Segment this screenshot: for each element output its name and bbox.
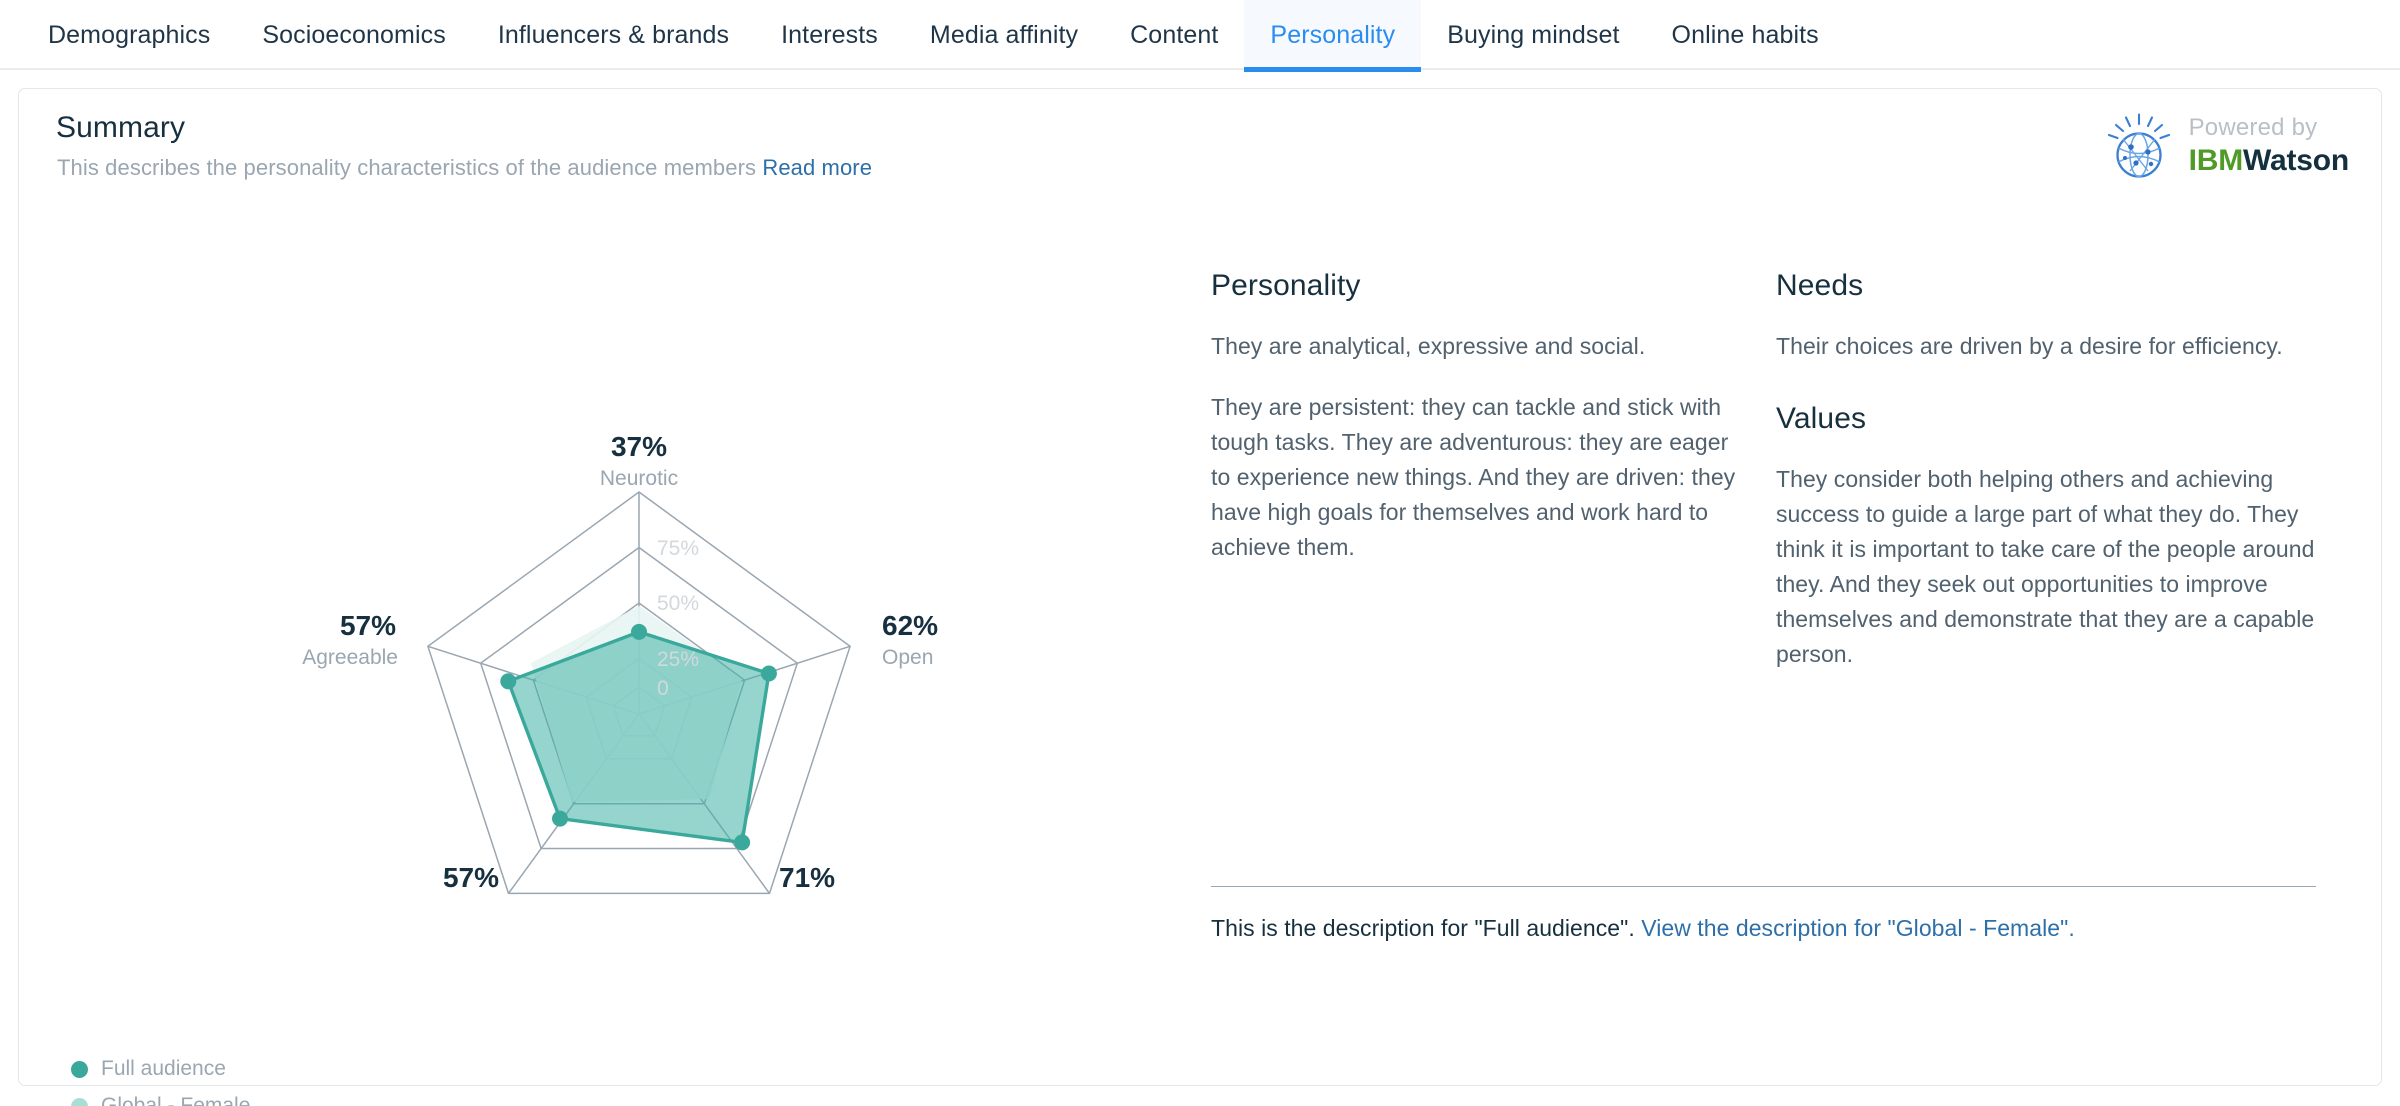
- tab-socioeconomics[interactable]: Socioeconomics: [236, 0, 471, 70]
- radar-label-conscientious: Conscientious: [769, 898, 901, 899]
- radar-label-neurotic: Neurotic: [600, 467, 678, 490]
- watson-watson-label: Watson: [2242, 144, 2349, 177]
- personality-page: Demographics Socioeconomics Influencers …: [0, 0, 2400, 1106]
- watson-ibm-label: IBM: [2188, 144, 2244, 177]
- tab-label: Content: [1130, 20, 1219, 49]
- radar-value-neurotic: 37%: [611, 431, 667, 462]
- personality-radar-chart: 75% 50% 25% 0 37% Neurotic 62% Open 71% …: [19, 259, 1199, 899]
- tab-label: Demographics: [48, 20, 211, 49]
- watson-powered-by-label: Powered by: [2188, 114, 2318, 141]
- tab-label: Media affinity: [929, 20, 1079, 49]
- tab-label: Online habits: [1671, 20, 1819, 49]
- card-subtitle: This describes the personality character…: [57, 155, 872, 181]
- audience-description-note: This is the description for "Full audien…: [1211, 915, 2075, 942]
- legend-label: Full audience: [101, 1057, 226, 1080]
- radar-value-extraverted: 57%: [443, 862, 499, 893]
- radar-point-agreeable: [500, 673, 517, 690]
- view-other-description-link[interactable]: View the description for "Global - Femal…: [1641, 915, 2075, 941]
- personality-column: Personality They are analytical, express…: [1211, 269, 1736, 591]
- tab-content[interactable]: Content: [1104, 0, 1244, 70]
- tab-influencers-brands[interactable]: Influencers & brands: [472, 0, 755, 70]
- legend-dot-icon: [71, 1097, 88, 1106]
- legend-item-global-female[interactable]: Global - Female: [71, 1094, 250, 1106]
- radar-ring-label-25: 25%: [657, 648, 699, 671]
- radar-label-agreeable: Agreeable: [302, 646, 398, 669]
- audience-description-text: This is the description for "Full audien…: [1211, 915, 1635, 941]
- tab-online-habits[interactable]: Online habits: [1646, 0, 1845, 70]
- legend-dot-icon: [71, 1060, 88, 1078]
- radar-label-open: Open: [882, 646, 933, 669]
- radar-label-extraverted: Extraverted: [405, 898, 512, 899]
- tab-media-affinity[interactable]: Media affinity: [904, 0, 1104, 70]
- needs-values-column: Needs Their choices are driven by a desi…: [1776, 269, 2316, 698]
- tab-buying-mindset[interactable]: Buying mindset: [1421, 0, 1645, 70]
- tab-interests[interactable]: Interests: [755, 0, 904, 70]
- radar-svg: 75% 50% 25% 0 37% Neurotic 62% Open 71% …: [302, 431, 938, 899]
- powered-by-ibm-watson: Powered by IBMWatson: [2103, 113, 2349, 179]
- page-title: Summary: [56, 111, 186, 144]
- tab-personality[interactable]: Personality: [1244, 0, 1422, 72]
- tab-label: Buying mindset: [1447, 20, 1620, 49]
- footer-divider: [1211, 886, 2316, 887]
- personality-paragraph-2: They are persistent: they can tackle and…: [1211, 393, 1736, 560]
- radar-value-open: 62%: [882, 610, 938, 641]
- tab-demographics[interactable]: Demographics: [22, 0, 236, 70]
- personality-paragraph-1: They are analytical, expressive and soci…: [1211, 333, 1646, 359]
- radar-ring-label-75: 75%: [657, 537, 699, 560]
- radar-point-conscientious: [734, 834, 751, 851]
- watson-brand-label: IBMWatson: [2188, 144, 2350, 177]
- watson-wordmark: Powered by IBMWatson: [2188, 114, 2350, 177]
- legend-label: Global - Female: [101, 1094, 251, 1106]
- summary-card: Summary This describes the personality c…: [18, 88, 2382, 1106]
- radar-ring-label-50: 50%: [657, 592, 699, 615]
- values-paragraph: They consider both helping others and ac…: [1776, 465, 2315, 667]
- radar-value-agreeable: 57%: [340, 610, 396, 641]
- legend-item-full-audience[interactable]: Full audience: [71, 1057, 250, 1081]
- values-heading: Values: [1776, 401, 1867, 435]
- needs-paragraph: Their choices are driven by a desire for…: [1776, 333, 2283, 359]
- needs-heading: Needs: [1776, 269, 1864, 302]
- tab-label: Personality: [1270, 20, 1396, 49]
- radar-point-extraverted: [552, 810, 568, 827]
- watson-globe-icon: [2103, 113, 2175, 179]
- tab-label: Influencers & brands: [497, 20, 730, 49]
- personality-heading: Personality: [1211, 269, 1361, 302]
- chart-legend: Full audience Global - Female: [71, 1057, 250, 1106]
- radar-point-neurotic: [631, 623, 647, 640]
- radar-point-open: [760, 665, 777, 682]
- read-more-link[interactable]: Read more: [762, 155, 872, 180]
- section-tabbar: Demographics Socioeconomics Influencers …: [0, 0, 2400, 72]
- tab-label: Interests: [781, 20, 878, 49]
- radar-value-conscientious: 71%: [779, 862, 835, 893]
- card-subtitle-text: This describes the personality character…: [57, 155, 757, 180]
- radar-ring-label-0: 0: [657, 677, 669, 700]
- tab-label: Socioeconomics: [262, 20, 446, 49]
